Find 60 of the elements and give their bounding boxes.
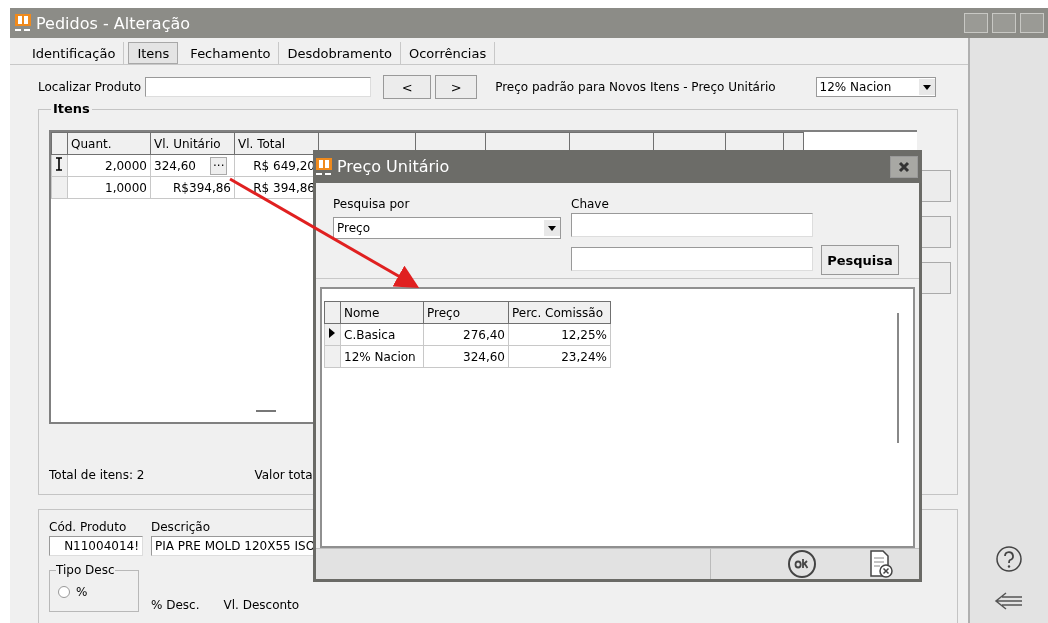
column-header: Vl. Total <box>234 132 319 155</box>
table-cell: 23,24% <box>508 345 611 368</box>
table-cell: 12,25% <box>508 323 611 346</box>
table-cell: 2,0000 <box>67 154 151 177</box>
table-cell: 12% Nacion <box>340 345 424 368</box>
tab[interactable]: Itens <box>128 42 179 64</box>
previous-button[interactable]: < <box>383 75 432 99</box>
close-icon <box>898 160 910 173</box>
key-field[interactable] <box>571 247 813 271</box>
dropdown-value: 12% Nacion <box>819 80 892 94</box>
field-label: Localizar Produto <box>38 80 142 94</box>
table-cell: R$394,86 <box>150 176 235 199</box>
back-arrow-icon <box>994 591 1024 611</box>
table-cell: 324,60 <box>423 345 509 368</box>
window-title: Pedidos - Alteração <box>36 13 191 33</box>
group-title: Itens <box>51 101 92 116</box>
ok-icon[interactable] <box>787 549 817 579</box>
column-header: Perc. Comissão <box>508 301 611 324</box>
column-header: Quant. <box>67 132 151 155</box>
field-label: % Desc. <box>151 598 200 612</box>
row-pointer-icon <box>328 327 336 339</box>
next-button[interactable]: > <box>435 75 478 99</box>
help-icon <box>995 545 1023 573</box>
total-label: Total de itens: 2 <box>49 468 145 482</box>
field-label: Vl. Desconto <box>223 598 300 612</box>
table-cell: 1,0000 <box>67 176 151 199</box>
price-dropdown[interactable]: 12% Nacion <box>815 77 936 97</box>
field-label: Pesquisa por <box>333 197 411 211</box>
field-label: Descrição <box>151 520 212 534</box>
edit-cursor-icon <box>55 157 63 171</box>
search-field[interactable] <box>145 77 372 97</box>
value-label: Valor tota <box>254 468 313 482</box>
product-code-field[interactable]: N11004014! <box>49 536 143 556</box>
search-button[interactable]: Pesquisa <box>821 245 899 275</box>
table-cell: 324,60 ··· <box>150 154 235 177</box>
column-header: Nome <box>340 301 424 324</box>
scroll-thumb[interactable] <box>256 410 276 412</box>
column-header: Preço <box>423 301 509 324</box>
minimize-button[interactable] <box>964 13 988 33</box>
logo-icon <box>14 13 32 33</box>
caret-icon <box>544 220 560 236</box>
field-label: Cód. Produto <box>49 520 128 534</box>
table-cell: 276,40 <box>423 323 509 346</box>
field-label: Preço padrão para Novos Itens - Preço Unitário <box>495 80 776 94</box>
key-field[interactable] <box>571 213 813 237</box>
scroll-bar[interactable] <box>897 313 899 443</box>
field-label: Chave <box>571 197 610 211</box>
search-by-dropdown[interactable]: Preço <box>333 217 561 239</box>
caret-icon <box>918 79 935 95</box>
dropdown-value: Preço <box>337 221 371 235</box>
ellipsis-button[interactable]: ··· <box>210 156 228 175</box>
logo-icon <box>315 156 333 177</box>
maximize-button[interactable] <box>992 13 1016 33</box>
table-cell: C.Basica <box>340 323 424 346</box>
group-title: Tipo Desc <box>56 563 115 577</box>
option-label: % <box>76 585 88 599</box>
dialog-title: Preço Unitário <box>337 157 450 176</box>
close-button[interactable] <box>890 155 918 178</box>
radio-button[interactable] <box>58 586 70 598</box>
column-header: Vl. Unitário <box>150 132 235 155</box>
